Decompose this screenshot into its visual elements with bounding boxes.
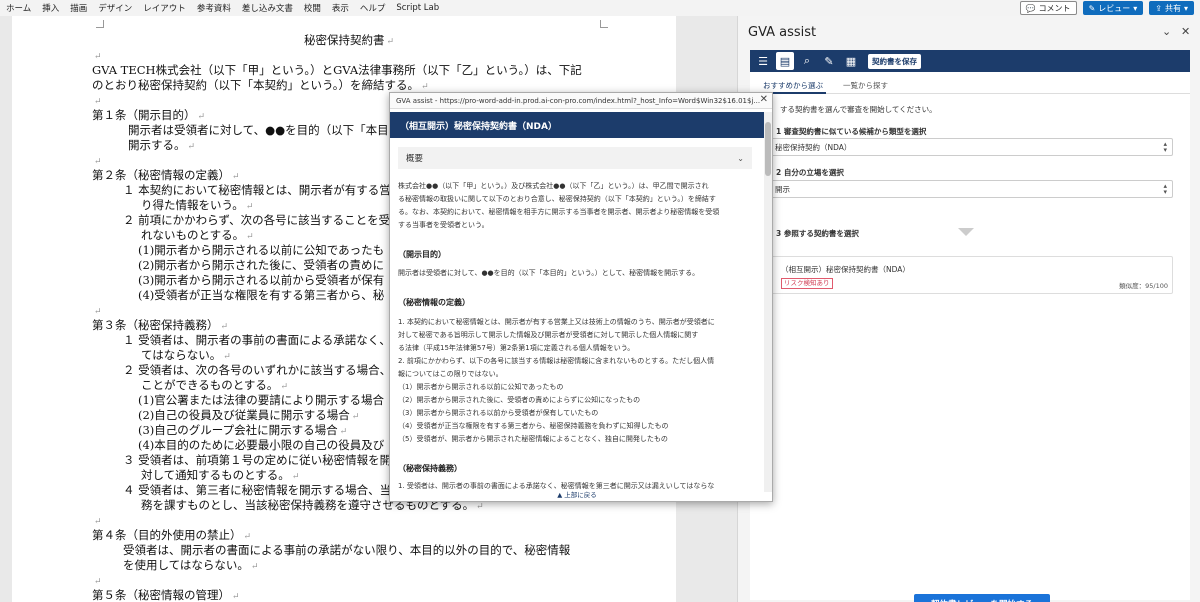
review-button[interactable]: ✎ レビュー ▾ — [1082, 1, 1144, 15]
menu-insert[interactable]: 挿入 — [42, 2, 59, 14]
section-heading: （開示目的） — [398, 250, 446, 259]
contract-title: （相互開示）秘密保持契約書（NDA） — [781, 265, 910, 274]
similarity-score: 類似度：95/100 — [1119, 282, 1168, 290]
section-text: 1. 本契約において秘密情報とは、開示者が有する営業上又は技術上の情報のうち、開… — [398, 318, 715, 326]
menu-view[interactable]: 表示 — [332, 2, 349, 14]
back-to-top-link[interactable]: ▲ 上部に戻る — [390, 489, 764, 501]
section-text: 報についてはこの限りではない。 — [398, 370, 503, 378]
share-button[interactable]: ⇪ 共有 ▾ — [1149, 1, 1194, 15]
intro-text: する当事者を受領者という。 — [398, 221, 489, 229]
margin-mark — [96, 20, 104, 28]
comment-icon: 💬 — [1025, 3, 1036, 13]
step1-label: 1 審査契約書に似ている候補から類型を選択 — [776, 127, 927, 136]
doc-line: (4)受領者が正当な権限を有する第三者から、秘 — [138, 288, 385, 302]
doc-line: GVA TECH株式会社（以下「甲」という。）とGVA法律事務所（以下「乙」とい… — [92, 63, 582, 77]
doc-line: (3)開示者から開示される以前から受領者が保有 — [138, 273, 385, 287]
menu-icon[interactable]: ☰ — [754, 52, 772, 70]
close-icon[interactable]: ✕ — [1181, 25, 1190, 38]
step2-label: 2 自分の立場を選択 — [776, 168, 844, 177]
share-icon: ⇪ — [1155, 3, 1162, 13]
chevron-down-icon: ⌄ — [737, 153, 744, 163]
comment-button[interactable]: 💬 コメント — [1019, 1, 1077, 15]
doc-line: (1)開示者から開示される以前に公知であったも — [138, 243, 385, 257]
doc-line: 受領者は、開示者の書面による事前の承諾がない限り、本目的以外の目的で、秘密情報 — [123, 543, 571, 557]
doc-line: のとおり秘密保持契約（以下「本契約」という。）を締結する。 ↵ — [92, 78, 429, 92]
chevron-down-icon: ▾ — [1133, 3, 1138, 13]
menu-script-lab[interactable]: Script Lab — [396, 3, 439, 13]
doc-line: １ 受領者は、開示者の事前の書面による承諾なく、 — [123, 333, 391, 347]
section-text: （1）開示者から開示される以前に公知であったもの — [398, 383, 564, 391]
gva-assist-pane: GVA assist ⌄ ✕ ☰ ▤ ⌕ ✎ ▦ 契約書を保存 おすすめから選ぶ… — [737, 16, 1200, 602]
dialog-header: （相互開示）秘密保持契約書（NDA） — [390, 112, 764, 138]
intro-text: 株式会社●●（以下「甲」という。）及び株式会社●●（以下「乙」という。）は、甲乙… — [398, 182, 709, 190]
chevron-down-icon: ▾ — [1183, 3, 1188, 13]
pane-tabs: おすすめから選ぶ 一覧から探す — [750, 80, 1190, 94]
dialog-titlebar: GVA assist - https://pro-word-add-in.pro… — [390, 93, 772, 109]
menu-review[interactable]: 校閲 — [304, 2, 321, 14]
menu-home[interactable]: ホーム — [6, 2, 31, 14]
pane-title: GVA assist — [748, 25, 817, 40]
document-icon[interactable]: ▤ — [776, 52, 794, 70]
menu-mailings[interactable]: 差し込み文書 — [242, 2, 293, 14]
section-text: 対して秘密である旨明示して開示した情報及び開示者が受領者に対して開示した個人情報… — [398, 331, 699, 339]
section-text: 開示者は受領者に対して、●●を目的（以下「本目的」という。）として、秘密情報を開… — [398, 269, 700, 277]
chevron-down-icon[interactable]: ⌄ — [1162, 25, 1171, 38]
doc-line: 開示者は受領者に対して、●●を目的（以下「本目 — [128, 123, 389, 137]
section-text: （5）受領者が、開示者から開示された秘密情報によることなく、独自に開発したもの — [398, 435, 668, 443]
doc-line: を使用してはならない。 ↵ — [123, 558, 259, 572]
menu-layout[interactable]: レイアウト — [143, 2, 186, 14]
scrollbar-thumb[interactable] — [765, 122, 771, 176]
search-icon[interactable]: ⌕ — [798, 52, 816, 70]
pen-icon: ✎ — [1088, 3, 1096, 13]
doc-line: (2)開示者から開示された後に、受領者の責めに — [138, 258, 384, 272]
article-heading: 第５条（秘密情報の管理） ↵ — [92, 588, 240, 602]
pane-body: ☰ ▤ ⌕ ✎ ▦ 契約書を保存 おすすめから選ぶ 一覧から探す する契約書を選… — [750, 50, 1190, 602]
section-heading: （秘密保持義務） — [398, 464, 462, 473]
contract-type-select[interactable]: 秘密保持契約（NDA） ▴ ▾ — [750, 138, 1173, 156]
section-text: る法律（平成15年法律第57号）第2条第1項に定義される個人情報をいう。 — [398, 344, 635, 352]
menu-references[interactable]: 参考資料 — [197, 2, 231, 14]
doc-line: ２ 受領者は、次の各号のいずれかに該当する場合、 — [123, 363, 392, 377]
edit-icon[interactable]: ✎ — [820, 52, 838, 70]
pane-toolbar: ☰ ▤ ⌕ ✎ ▦ 契約書を保存 — [750, 50, 1190, 72]
intro-text: る秘密情報の取扱いに関して以下のとおり合意し、秘密保持契約（以下「本契約」という… — [398, 195, 716, 203]
ribbon-menu: ホーム 挿入 描画 デザイン レイアウト 参考資料 差し込み文書 校閲 表示 ヘ… — [0, 0, 1200, 16]
risk-badge: リスク検知あり — [781, 278, 833, 289]
scrollbar[interactable] — [764, 112, 772, 492]
doc-line: ２ 前項にかかわらず、次の各号に該当することを受 — [123, 213, 391, 227]
tab-list[interactable]: 一覧から探す — [840, 80, 891, 94]
doc-line: ４ 受領者は、第三者に秘密情報を開示する場合、当 — [123, 483, 392, 497]
file-icon[interactable]: ▦ — [842, 52, 860, 70]
updown-icon: ▴ ▾ — [1163, 140, 1167, 154]
contract-card[interactable]: （相互開示）秘密保持契約書（NDA） リスク検知あり 類似度：95/100 — [750, 256, 1173, 294]
section-text: （4）受領者が正当な権限を有する第三者から、秘密保持義務を負わずに知得したもの — [398, 422, 669, 430]
start-review-button[interactable]: 契約書レビューを開始する — [914, 594, 1050, 602]
ribbon-actions: 💬 コメント ✎ レビュー ▾ ⇪ 共有 ▾ — [1019, 1, 1194, 15]
close-icon[interactable]: ✕ — [760, 94, 768, 105]
section-text: （3）開示者から開示される以前から受領者が保有していたもの — [398, 409, 599, 417]
doc-line: (4)本目的のために必要最小限の自己の役員及び — [138, 438, 385, 452]
document-title: 秘密保持契約書 ↵ — [304, 33, 395, 47]
contract-preview-dialog: GVA assist - https://pro-word-add-in.pro… — [389, 92, 773, 502]
doc-line: ３ 受領者は、前項第１号の定めに従い秘密情報を開 — [123, 453, 392, 467]
doc-line: (1)官公署または法律の要請により開示する場合 — [138, 393, 385, 407]
overview-accordion[interactable]: 概要 ⌄ — [398, 147, 752, 169]
intro-text: る。なお、本契約において、秘密情報を相手方に開示する当事者を開示者、開示者より秘… — [398, 208, 720, 216]
updown-icon: ▴ ▾ — [1163, 182, 1167, 196]
menu-draw[interactable]: 描画 — [70, 2, 87, 14]
step3-label: 3 参照する契約書を選択 — [776, 229, 859, 238]
menu-design[interactable]: デザイン — [98, 2, 132, 14]
dialog-url: GVA assist - https://pro-word-add-in.pro… — [396, 96, 761, 105]
section-text: 2. 前項にかかわらず、以下の各号に該当する情報は秘密情報に含まれないものとする… — [398, 357, 715, 365]
doc-line: 開示する。 ↵ — [128, 138, 196, 152]
margin-mark — [600, 20, 608, 28]
arrow-down-icon — [958, 228, 974, 236]
save-contract-button[interactable]: 契約書を保存 — [868, 53, 921, 69]
pane-intro: する契約書を選んで審査を開始してください。 — [780, 105, 937, 114]
doc-line: １ 本契約において秘密情報とは、開示者が有する営 — [123, 183, 391, 197]
menu-help[interactable]: ヘルプ — [360, 2, 386, 14]
position-select[interactable]: 開示 ▴ ▾ — [750, 180, 1173, 198]
section-text: （2）開示者から開示された後に、受領者の責めによらずに公知になったもの — [398, 396, 641, 404]
section-heading: （秘密情報の定義） — [398, 298, 470, 307]
